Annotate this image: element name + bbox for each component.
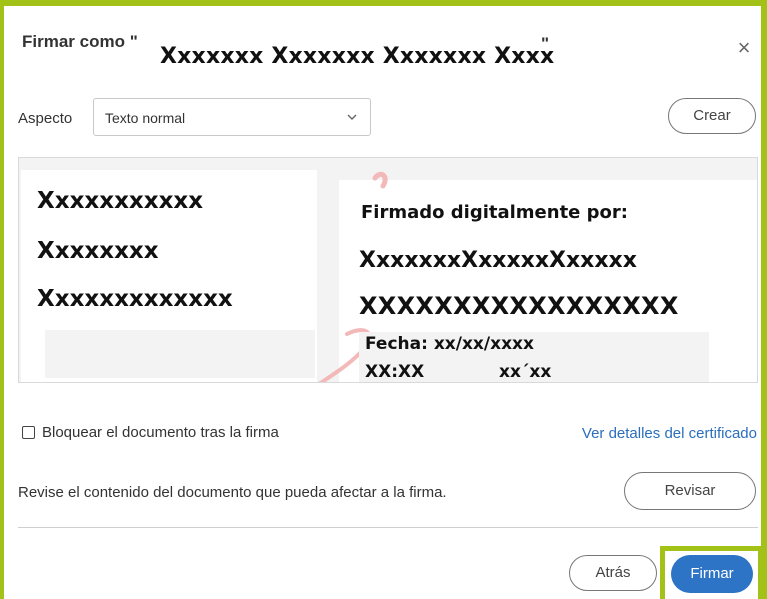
- preview-name-line-1: Xxxxxxxxxxx: [37, 188, 204, 214]
- divider: [18, 527, 758, 528]
- dialog-title-name: Xxxxxxx Xxxxxxx Xxxxxxx Xxxx: [160, 44, 555, 69]
- create-button[interactable]: Crear: [668, 98, 756, 134]
- signature-timezone: xx´xx: [499, 362, 552, 382]
- lock-document-label: Bloquear el documento tras la firma: [42, 424, 279, 441]
- signature-preview: Xxxxxxxxxxx Xxxxxxxx Xxxxxxxxxxxxx Firma…: [18, 157, 758, 383]
- dialog-title-prefix: Firmar como ": [22, 32, 138, 51]
- sign-button-highlight: Firmar: [660, 546, 763, 599]
- appearance-label: Aspecto: [18, 110, 73, 127]
- back-button[interactable]: Atrás: [569, 555, 657, 591]
- signature-time: XX:XX: [365, 362, 425, 382]
- signature-date: Fecha: xx/xx/xxxx: [365, 334, 534, 354]
- signer-name-line-1: XxxxxxxXxxxxxXxxxxx: [359, 248, 637, 273]
- preview-name-line-2: Xxxxxxxx: [37, 238, 159, 264]
- lock-document-checkbox[interactable]: [22, 426, 35, 439]
- chevron-down-icon: [346, 107, 358, 130]
- signed-by-label: Firmado digitalmente por:: [361, 202, 628, 223]
- close-icon[interactable]: ×: [729, 34, 759, 64]
- certificate-details-link[interactable]: Ver detalles del certificado: [582, 425, 757, 442]
- review-button[interactable]: Revisar: [624, 472, 756, 510]
- appearance-selected-value: Texto normal: [105, 110, 186, 126]
- signer-name-line-2: XXXXXXXXXXXXXXXXX: [359, 292, 679, 320]
- sign-button[interactable]: Firmar: [671, 555, 753, 593]
- lock-document-option[interactable]: Bloquear el documento tras la firma: [22, 424, 279, 441]
- appearance-select[interactable]: Texto normal: [93, 98, 371, 136]
- review-notice: Revise el contenido del documento que pu…: [18, 484, 447, 501]
- dialog-title-suffix: ": [541, 34, 550, 53]
- preview-name-line-3: Xxxxxxxxxxxxx: [37, 286, 233, 312]
